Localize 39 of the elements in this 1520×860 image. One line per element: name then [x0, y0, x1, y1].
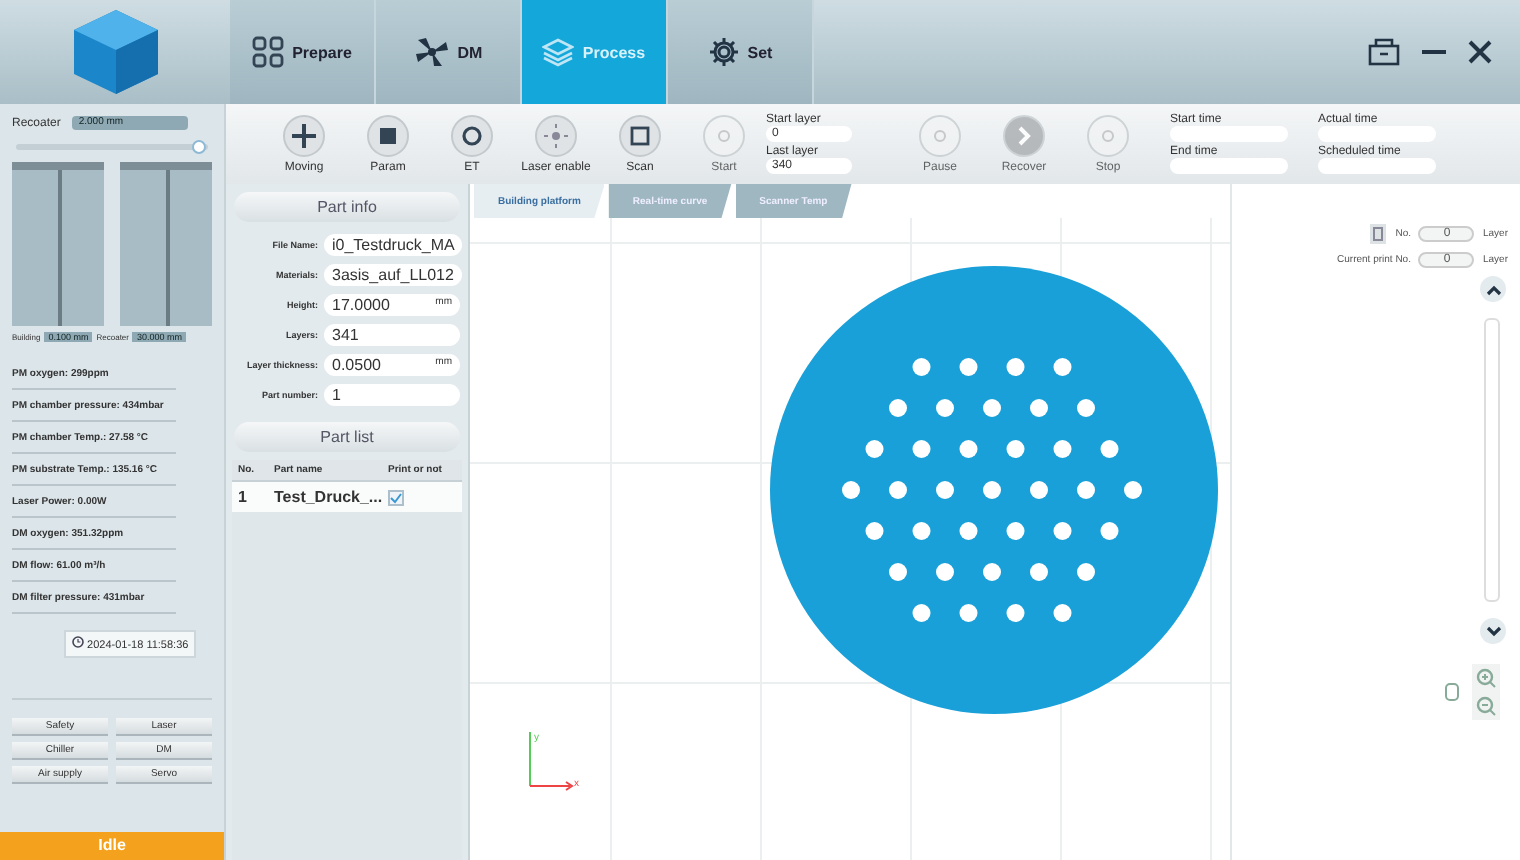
grid-icon [252, 36, 285, 68]
round-icon [366, 114, 410, 158]
info-field[interactable]: 3asis_auf_LL012 [324, 264, 462, 286]
scroll-up-button[interactable] [1480, 276, 1506, 302]
round-icon [1086, 114, 1130, 158]
time-field [1318, 158, 1436, 174]
round-icon [618, 114, 662, 158]
status-bar: Idle [0, 832, 224, 860]
round-icon [918, 114, 962, 158]
close-icon [1468, 40, 1492, 64]
layers-icon [542, 36, 575, 68]
nav-tab[interactable]: Prepare [230, 0, 376, 104]
nav-tab[interactable]: DM [376, 0, 522, 104]
slider-thumb[interactable] [191, 139, 206, 153]
zoom-in-icon[interactable] [1476, 668, 1496, 688]
round-icon [450, 114, 494, 158]
close-button[interactable] [1468, 40, 1492, 64]
round-icon [1002, 114, 1046, 158]
time-field [1170, 158, 1288, 174]
section-header: Part info [234, 192, 460, 222]
scroll-down-button[interactable] [1480, 618, 1506, 644]
scrollbar[interactable] [1484, 318, 1500, 602]
checkbox[interactable] [388, 489, 404, 505]
clipboard-icon[interactable] [1367, 224, 1388, 244]
part-row[interactable]: 1 Test_Druck_... [232, 482, 462, 512]
settings-icon [707, 36, 740, 68]
round-icon [702, 114, 746, 158]
nav-tab[interactable]: Set [668, 0, 814, 104]
info-field[interactable]: 1 [324, 384, 460, 406]
chevron-up-icon [1485, 283, 1501, 295]
info-field[interactable]: 341 [324, 324, 460, 346]
section-header: Part list [234, 422, 460, 452]
round-icon [534, 114, 578, 158]
chevron-down-icon [1485, 625, 1501, 637]
info-field[interactable]: i0_Testdruck_MA [324, 234, 463, 256]
clock-icon [72, 636, 84, 648]
fan-icon [413, 36, 450, 68]
round-icon [282, 114, 326, 158]
zoom-out-icon[interactable] [1476, 696, 1496, 716]
